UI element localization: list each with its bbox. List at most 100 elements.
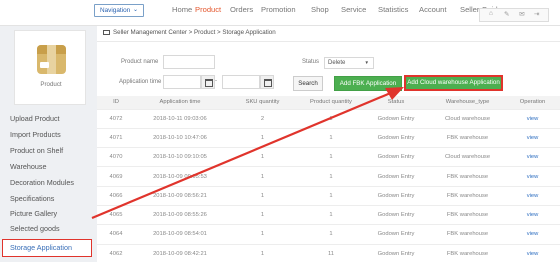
navigation-dropdown[interactable]: Navigation ⌄ [94,4,144,17]
cell-product-quantity: 1 [300,147,362,167]
column-header-id: ID [97,96,135,109]
cell-operation[interactable]: view [505,147,560,167]
table-row: 4065 2018-10-09 08:55:26 1 1 Godown Entry FBK… [97,204,560,225]
start-date-input[interactable] [163,75,201,89]
table-row: 4072 2018-10-11 09:03:06 2 1 Godown Entry Clo… [97,108,560,129]
cell-operation[interactable]: view [505,166,560,187]
sidebar-item-product-on-shelf[interactable]: Product on Shelf [10,146,63,155]
table-row: 4069 2018-10-09 09:05:53 1 1 Godown Entry FBK… [97,166,560,187]
tool-icon[interactable]: ✎ [504,10,510,18]
cell-status: Godown Entry [362,127,430,148]
cell-sku-quantity: 1 [225,147,300,167]
storage-application-table: ID Application time SKU quantity Product… [97,96,560,262]
cell-operation[interactable]: view [505,185,560,206]
cell-product-quantity: 1 [300,185,362,206]
cell-operation[interactable]: view [505,243,560,262]
application-time-label: Application time [119,79,162,85]
calendar-icon[interactable] [201,75,215,89]
date-range-dash: - [215,78,217,84]
cell-operation[interactable]: view [505,127,560,148]
menu-promotion[interactable]: Promotion [261,3,296,17]
cell-status: Godown Entry [362,204,430,225]
mail-icon[interactable]: ✉ [519,10,525,18]
cell-status: Godown Entry [362,147,430,167]
status-select[interactable]: Delete ▼ [324,57,374,69]
add-cloud-warehouse-application-button[interactable]: Add Cloud warehouse Application [404,75,503,91]
end-date-input[interactable] [222,75,260,89]
column-header-operation: Operation [505,96,560,109]
table-header-row: ID Application time SKU quantity Product… [97,96,560,109]
status-select-value: Delete [328,60,346,66]
main-content: Seller Management Center > Product > Sto… [97,26,560,262]
divider [97,41,560,42]
cell-application-time: 2018-10-10 09:10:05 [135,147,225,167]
cell-application-time: 2018-10-10 10:47:06 [135,127,225,148]
search-button[interactable]: Search [293,76,323,91]
cell-sku-quantity: 2 [225,108,300,129]
cell-status: Godown Entry [362,243,430,262]
menu-product[interactable]: Product [195,3,221,17]
cell-product-quantity: 1 [300,204,362,225]
table-row: 4066 2018-10-09 08:56:21 1 1 Godown Entry FBK… [97,185,560,206]
column-header-application-time: Application time [135,96,225,109]
sidebar-item-selected-goods[interactable]: Selected goods [10,224,60,233]
cell-sku-quantity: 1 [225,243,300,262]
cell-id: 4065 [97,204,135,225]
breadcrumb: Seller Management Center > Product > Sto… [103,29,276,36]
cell-sku-quantity: 1 [225,127,300,148]
cell-id: 4072 [97,108,135,129]
sidebar-item-decoration-modules[interactable]: Decoration Modules [10,178,74,187]
exit-icon[interactable]: ⇥ [534,10,540,18]
cell-product-quantity: 11 [300,243,362,262]
sidebar-item-warehouse[interactable]: Warehouse [10,162,47,171]
menu-home[interactable]: Home [172,3,192,17]
cell-application-time: 2018-10-09 08:54:01 [135,224,225,245]
home-icon[interactable]: ⌂ [489,10,493,17]
dropdown-arrow-icon: ▼ [364,60,369,65]
sidebar-item-upload-product[interactable]: Upload Product [10,114,60,123]
cell-warehouse-type: FBK warehouse [430,204,505,225]
cell-operation[interactable]: view [505,108,560,129]
menu-shop[interactable]: Shop [311,3,329,17]
cell-status: Godown Entry [362,185,430,206]
cell-operation[interactable]: view [505,204,560,225]
cell-application-time: 2018-10-09 08:42:21 [135,243,225,262]
menu-service[interactable]: Service [341,3,366,17]
column-header-sku-quantity: SKU quantity [225,96,300,109]
product-name-label: Product name [121,59,159,65]
calendar-icon[interactable] [260,75,274,89]
sidebar-item-storage-application[interactable]: Storage Application [2,239,92,257]
cell-id: 4070 [97,147,135,167]
product-name-input[interactable] [163,55,215,69]
menu-orders[interactable]: Orders [230,3,253,17]
status-label: Status [302,59,320,65]
cell-warehouse-type: Cloud warehouse [430,108,505,129]
cell-id: 4066 [97,185,135,206]
navigation-dropdown-label: Navigation [100,7,131,14]
cell-operation[interactable]: view [505,224,560,245]
cell-status: Godown Entry [362,166,430,187]
table-row: 4064 2018-10-09 08:54:01 1 1 Godown Entry FBK… [97,224,560,245]
box-icon [37,45,66,74]
cell-id: 4064 [97,224,135,245]
cell-application-time: 2018-10-09 09:05:53 [135,166,225,187]
cell-id: 4062 [97,243,135,262]
cell-product-quantity: 1 [300,127,362,148]
cell-status: Godown Entry [362,108,430,129]
menu-account[interactable]: Account [419,3,446,17]
breadcrumb-text: Seller Management Center > Product > Sto… [113,29,276,36]
cell-status: Godown Entry [362,224,430,245]
add-fbk-application-button[interactable]: Add FBK Application [334,76,402,91]
cell-application-time: 2018-10-09 08:55:26 [135,204,225,225]
top-nav: Navigation ⌄ Home Product Orders Promoti… [0,0,560,26]
cell-application-time: 2018-10-09 08:56:21 [135,185,225,206]
cell-warehouse-type: FBK warehouse [430,243,505,262]
column-header-warehouse-type: Warehouse_type [430,96,505,109]
menu-statistics[interactable]: Statistics [378,3,408,17]
product-card-label: Product [40,81,62,88]
sidebar-item-specifications[interactable]: Specifications [10,194,54,203]
sidebar-item-picture-gallery[interactable]: Picture Gallery [10,209,57,218]
sidebar-item-import-products[interactable]: Import Products [10,130,61,139]
chevron-down-icon: ⌄ [132,7,138,13]
cell-warehouse-type: FBK warehouse [430,224,505,245]
